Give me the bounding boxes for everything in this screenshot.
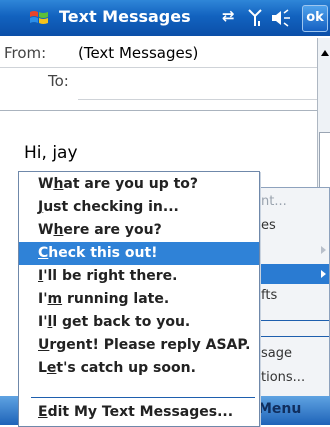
access-key: e [46,360,57,376]
edit-my-text-messages-label: Edit My Text Messages... [38,404,234,420]
access-key: h [53,222,64,238]
title-bar: Text Messages ⇄ ok [0,0,330,36]
access-key: C [38,245,49,261]
to-field[interactable] [78,99,317,100]
from-field[interactable]: (Text Messages) [78,44,198,62]
divider [31,397,255,398]
quick-text-label: I'm running late. [38,291,170,307]
connectivity-icon[interactable]: ⇄ [222,7,235,25]
menu-item-partial[interactable]: sage [261,346,292,361]
menu-item-partial[interactable]: fts [261,288,277,303]
quick-text-item[interactable]: I'm running late. [19,288,259,311]
quick-text-item[interactable]: Check this out! [19,242,259,265]
menu-softkey[interactable]: Menu [258,401,301,417]
divider [0,67,317,68]
quick-text-label: Let's catch up soon. [38,360,196,376]
submenu-arrow-icon [321,246,326,254]
windows-flag-icon[interactable] [28,8,50,28]
access-key: h [53,176,64,192]
submenu-arrow-icon [321,270,326,278]
message-body[interactable]: Hi, jay [24,143,78,163]
divider [0,110,317,111]
quick-text-label: Urgent! Please reply ASAP. [38,337,251,353]
quick-text-label: What are you up to? [38,176,199,192]
quick-text-item[interactable]: What are you up to? [19,173,259,196]
quick-text-item[interactable]: I'll be right there. [19,265,259,288]
quick-text-menu: What are you up to? Just checking in... … [18,171,260,427]
quick-text-label: I'll be right there. [38,268,178,284]
quick-text-label: Where are you? [38,222,162,238]
menu-item-partial[interactable]: es [261,218,276,233]
from-label: From: [4,44,47,62]
menu-item-partial[interactable]: tions... [261,370,305,385]
quick-text-label: Check this out! [38,245,158,261]
edit-my-text-messages-item[interactable]: Edit My Text Messages... [19,401,259,424]
access-key: m [47,291,63,307]
quick-text-item[interactable]: I'll get back to you. [19,311,259,334]
access-key: J [38,199,44,215]
to-label: To: [48,72,69,90]
ok-button[interactable]: ok [302,5,328,32]
window-title: Text Messages [59,7,191,26]
quick-text-label: Just checking in... [38,199,179,215]
menu-item-partial[interactable]: nt... [261,194,287,209]
signal-icon[interactable] [247,8,263,28]
quick-text-item[interactable]: Just checking in... [19,196,259,219]
quick-text-item[interactable]: Where are you? [19,219,259,242]
quick-text-item[interactable]: Let's catch up soon. [19,357,259,380]
quick-text-label: I'll get back to you. [38,314,191,330]
quick-text-item[interactable]: Urgent! Please reply ASAP. [19,334,259,357]
access-key: l [47,314,53,330]
access-key: E [38,404,48,420]
access-key: U [38,337,50,353]
scroll-up-icon[interactable] [321,50,329,56]
volume-icon[interactable] [270,9,292,27]
access-key: I [38,268,44,284]
